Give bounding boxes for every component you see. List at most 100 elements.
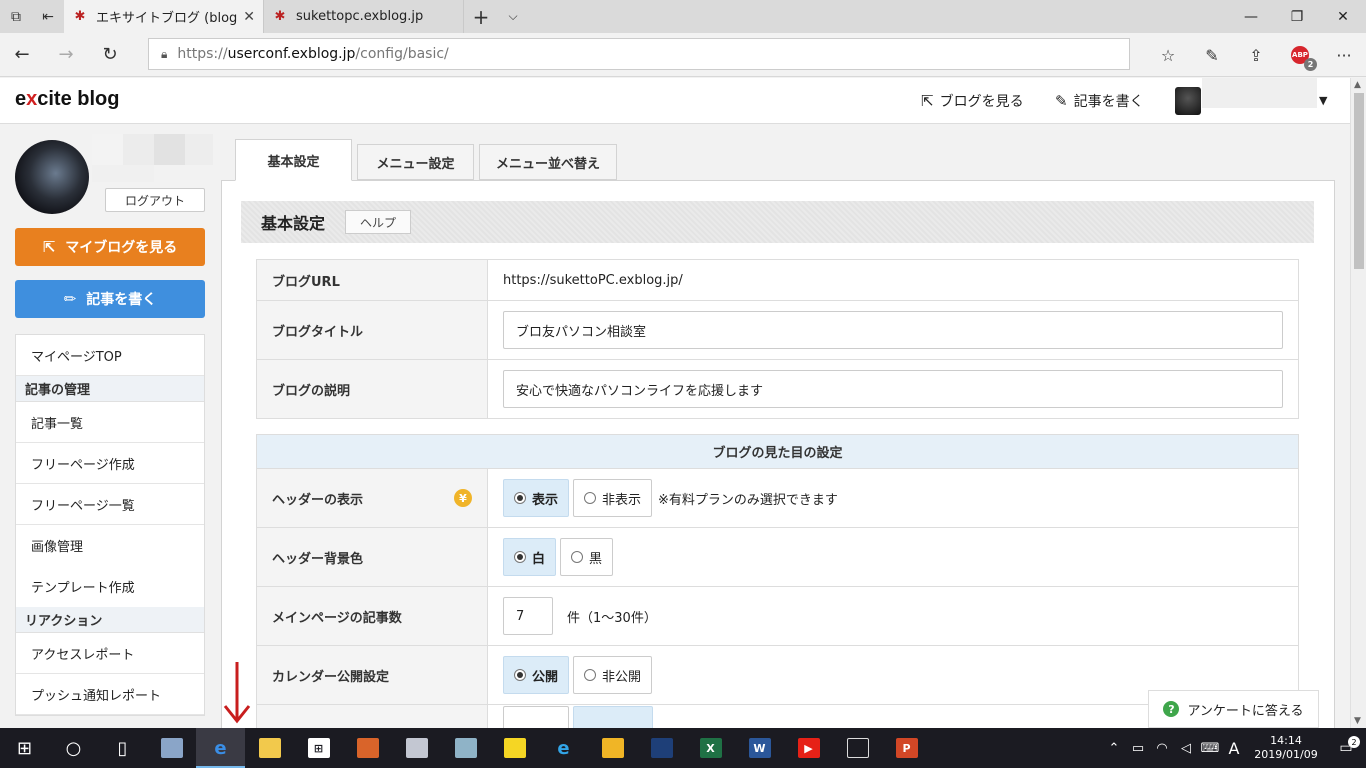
clock[interactable]: 14:14 2019/01/09 <box>1246 734 1326 762</box>
tab-basic-settings[interactable]: 基本設定 <box>235 139 352 181</box>
app-yellow-icon[interactable] <box>588 728 637 768</box>
more-icon[interactable]: ··· <box>1322 33 1366 77</box>
browser-navbar: ← → ↻ 🔒︎ https://userconf.exblog.jp/conf… <box>0 33 1366 77</box>
favorites-icon[interactable]: ☆ <box>1146 33 1190 77</box>
restore-icon[interactable]: ❐ <box>1274 0 1320 33</box>
powerpoint-icon[interactable]: P <box>882 728 931 768</box>
system-tray: ⌃ ▭ ◠ ◁ ⌨ A 14:14 2019/01/09 ▭ 2 <box>1102 728 1366 768</box>
pencil-icon: ✏ <box>63 290 77 308</box>
write-post-button[interactable]: ✏ 記事を書く <box>15 280 205 318</box>
scroll-down-icon[interactable]: ▼ <box>1354 716 1361 726</box>
paint-3d-icon[interactable] <box>441 728 490 768</box>
header-display-hide-radio[interactable]: 非表示 <box>573 479 653 517</box>
sidebar-item-free-page-list[interactable]: フリーページ一覧 <box>16 484 204 525</box>
help-button[interactable]: ヘルプ <box>345 210 412 234</box>
write-post-link[interactable]: ✎ 記事を書く <box>1055 91 1144 111</box>
excite-favicon-icon: ✱ <box>274 9 286 24</box>
window-app-icon[interactable] <box>833 728 882 768</box>
adblock-extension[interactable]: ABP 2 <box>1278 33 1322 77</box>
back-icon[interactable]: ← <box>0 33 44 77</box>
keyboard-icon[interactable]: ⌨ <box>1198 741 1222 756</box>
header-bg-white-radio[interactable]: 白 <box>503 538 557 576</box>
survey-button[interactable]: ? アンケートに答える <box>1148 690 1319 728</box>
volume-icon[interactable]: ◁ <box>1174 741 1198 756</box>
header-display-show-radio[interactable]: 表示 <box>503 479 570 517</box>
posts-count-unit: 件（1〜30件） <box>567 610 657 626</box>
minimize-icon[interactable]: — <box>1228 0 1274 33</box>
word-icon[interactable]: W <box>735 728 784 768</box>
sticky-notes-icon[interactable] <box>490 728 539 768</box>
store-icon[interactable]: ⊞ <box>294 728 343 768</box>
sidebar-item-mypage-top[interactable]: マイページTOP <box>16 335 204 376</box>
pen-icon[interactable]: ✎ <box>1190 33 1234 77</box>
battery-icon[interactable]: ▭ <box>1126 741 1150 756</box>
view-my-blog-button[interactable]: ⇱ マイブログを見る <box>15 228 205 266</box>
forward-icon[interactable]: → <box>44 33 88 77</box>
clock-date: 2019/01/09 <box>1254 748 1318 761</box>
username-redacted <box>92 134 213 182</box>
sidebar-item-template-creation[interactable]: テンプレート作成 <box>16 566 204 607</box>
page-scrollbar[interactable]: ▲ ▼ <box>1350 78 1366 728</box>
url-path: /config/basic/ <box>355 46 449 62</box>
blog-url-label: ブログURL <box>257 260 488 300</box>
tray-chevron-icon[interactable]: ⌃ <box>1102 741 1126 756</box>
tab-preview-chevron-icon[interactable]: ⌵ <box>498 0 528 33</box>
blog-title-input[interactable]: ブロ友パソコン相談室 <box>503 311 1283 349</box>
header-bg-black-radio[interactable]: 黒 <box>560 538 614 576</box>
browser-tab-active[interactable]: ✱ エキサイトブログ (blog)|基本 ✕ <box>64 0 264 33</box>
action-center-icon[interactable]: ▭ 2 <box>1326 736 1366 756</box>
browser-tab-strip: ⧉ ⇤ ✱ エキサイトブログ (blog)|基本 ✕ ✱ sukettopc.e… <box>0 0 1366 33</box>
tab-list-icon[interactable]: ⧉ <box>0 0 32 33</box>
calendar-public-radio[interactable]: 公開 <box>503 656 570 694</box>
toolbox-icon[interactable] <box>343 728 392 768</box>
sidebar-item-image-management[interactable]: 画像管理 <box>16 525 204 566</box>
file-explorer-icon[interactable] <box>245 728 294 768</box>
tab-menu-settings[interactable]: メニュー設定 <box>357 144 474 180</box>
wifi-icon[interactable]: ◠ <box>1150 741 1174 756</box>
address-bar[interactable]: 🔒︎ https://userconf.exblog.jp/config/bas… <box>148 38 1130 70</box>
sidebar-item-create-free-page[interactable]: フリーページ作成 <box>16 443 204 484</box>
url-domain: userconf.exblog.jp <box>227 46 356 62</box>
red-down-arrow-annotation <box>223 662 251 724</box>
table-row: カレンダー公開設定 公開 非公開 <box>257 646 1298 705</box>
blog-title-label: ブログタイトル <box>257 301 488 359</box>
paint-icon[interactable] <box>392 728 441 768</box>
excel-icon[interactable]: X <box>686 728 735 768</box>
search-icon[interactable]: ○ <box>49 728 98 768</box>
table-row: ヘッダー背景色 白 黒 <box>257 528 1298 587</box>
sidebar-item-access-report[interactable]: アクセスレポート <box>16 633 204 674</box>
sidebar-item-post-list[interactable]: 記事一覧 <box>16 402 204 443</box>
view-blog-link[interactable]: ⇱ ブログを見る <box>921 91 1024 111</box>
calendar-private-radio[interactable]: 非公開 <box>573 656 653 694</box>
new-tab-icon[interactable]: + <box>464 0 498 33</box>
tab-menu-reorder[interactable]: メニュー並べ替え <box>479 144 617 180</box>
windows-start-icon[interactable]: ⊞ <box>0 728 49 768</box>
close-tab-icon[interactable]: ✕ <box>243 9 255 25</box>
edge-browser-icon[interactable]: e <box>196 728 245 768</box>
section-title: 基本設定 <box>261 214 326 233</box>
posts-count-label: メインページの記事数 <box>257 587 488 645</box>
app-scanner-icon[interactable] <box>147 728 196 768</box>
header-avatar[interactable] <box>1175 87 1201 115</box>
task-view-icon[interactable]: ▯ <box>98 728 147 768</box>
internet-explorer-icon[interactable]: e <box>539 728 588 768</box>
excite-blog-logo[interactable]: excite blog <box>15 88 119 111</box>
posts-count-input[interactable]: 7 <box>503 597 553 635</box>
set-aside-tabs-icon[interactable]: ⇤ <box>32 0 64 33</box>
browser-tab[interactable]: ✱ sukettopc.exblog.jp <box>264 0 464 33</box>
logout-button[interactable]: ログアウト <box>105 188 205 212</box>
share-icon[interactable]: ⇪ <box>1234 33 1278 77</box>
appearance-table: ブログの見た目の設定 ヘッダーの表示 ¥ 表示 非表示 ※有料プランのみ選択でき… <box>256 434 1299 734</box>
close-window-icon[interactable]: ✕ <box>1320 0 1366 33</box>
scrollbar-thumb[interactable] <box>1354 93 1364 269</box>
scroll-up-icon[interactable]: ▲ <box>1354 80 1361 90</box>
youtube-icon[interactable]: ▶ <box>784 728 833 768</box>
blog-description-input[interactable]: 安心で快適なパソコンライフを応援します <box>503 370 1283 408</box>
account-dropdown-icon[interactable]: ▼ <box>1319 94 1327 107</box>
table-row: ブログの説明 安心で快適なパソコンライフを応援します <box>257 360 1298 418</box>
refresh-icon[interactable]: ↻ <box>88 33 132 77</box>
sidebar-item-push-report[interactable]: プッシュ通知レポート <box>16 674 204 715</box>
app-blue-icon[interactable] <box>637 728 686 768</box>
sidebar-menu: マイページTOP 記事の管理 記事一覧 フリーページ作成 フリーページ一覧 画像… <box>15 334 205 716</box>
ime-indicator[interactable]: A <box>1222 739 1246 758</box>
